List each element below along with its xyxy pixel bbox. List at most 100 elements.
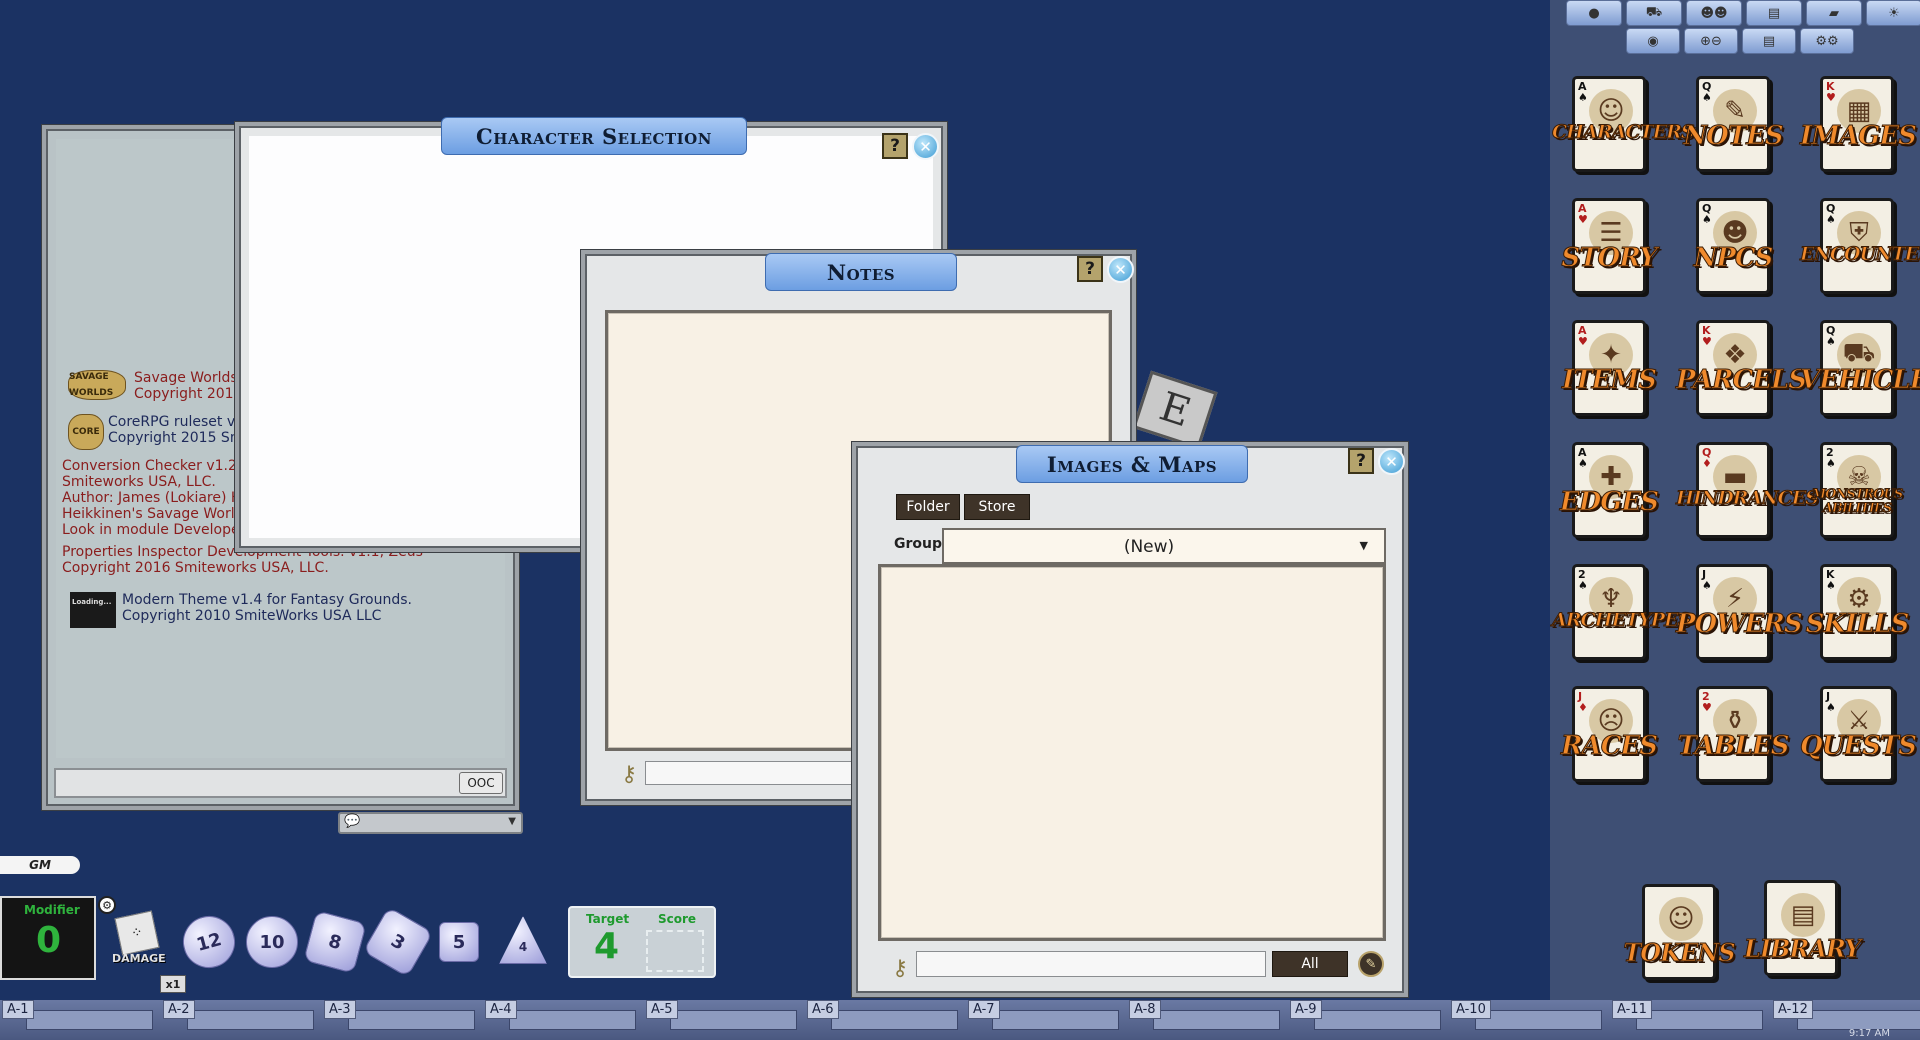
character-selection-help-button[interactable]: ?: [882, 133, 908, 159]
hotkey-drop-area[interactable]: [992, 1010, 1119, 1030]
d8-die-icon[interactable]: 8: [303, 910, 367, 974]
card-rank: A ♥: [1578, 324, 1588, 348]
notes-help-button[interactable]: ?: [1077, 256, 1103, 282]
tokens-icon: ☺: [1659, 897, 1703, 941]
hotkey-drop-area[interactable]: [1636, 1010, 1763, 1030]
library-card-label-monstrous-abilities[interactable]: MONSTROUS ABILITIES: [1800, 487, 1914, 516]
group-dropdown[interactable]: (New) ▼: [942, 528, 1386, 564]
sidebar-tool-button-row2-2[interactable]: ⊕⊖: [1684, 28, 1738, 54]
images-maps-help-button[interactable]: ?: [1348, 448, 1374, 474]
library-card-label-parcels[interactable]: PARCELS: [1676, 366, 1808, 395]
modifier-label: Modifier: [24, 903, 80, 917]
library-card-label-images[interactable]: IMAGES: [1800, 122, 1918, 151]
gm-identity-tab[interactable]: GM: [0, 856, 80, 874]
hotkey-label: A-10: [1451, 1000, 1491, 1019]
d12-die-icon[interactable]: 12: [177, 910, 241, 974]
hotkey-slot[interactable]: A-1: [0, 1000, 162, 1040]
chat-input[interactable]: OOC: [54, 768, 507, 798]
target-score-box[interactable]: Target Score 4: [568, 906, 716, 978]
hotkey-drop-area[interactable]: [670, 1010, 797, 1030]
sidebar-tool-button-row2-3[interactable]: ▤: [1742, 28, 1796, 54]
score-label: Score: [658, 912, 697, 926]
sidebar-toolbar-row-2: ◉ ⊕⊖ ▤ ⚙⚙: [1626, 28, 1854, 54]
hotkey-slot[interactable]: A-9: [1288, 1000, 1450, 1040]
sidebar-tool-button-3[interactable]: ☻☻: [1686, 0, 1742, 26]
chat-mode-dropdown[interactable]: 💬 ▼: [338, 812, 523, 834]
tab-folder[interactable]: Folder: [896, 494, 960, 520]
library-card-label-tables[interactable]: TABLES: [1676, 732, 1790, 761]
hotkey-drop-area[interactable]: [509, 1010, 636, 1030]
d20-die-icon[interactable]: 5: [439, 922, 479, 962]
library-card-label-quests[interactable]: QUESTS: [1800, 732, 1918, 761]
hotkey-label: A-8: [1129, 1000, 1161, 1019]
sidebar-tool-button-row2-1[interactable]: ◉: [1626, 28, 1680, 54]
d4-die-icon[interactable]: 4: [499, 916, 547, 964]
library-card-label-characters[interactable]: CHARACTERS: [1552, 121, 1696, 143]
library-card-label-powers[interactable]: POWERS: [1676, 610, 1804, 639]
sidebar-tool-button-2[interactable]: ⛟: [1626, 0, 1682, 26]
sidebar-tool-button-5[interactable]: ▰: [1806, 0, 1862, 26]
modifier-value: 0: [36, 920, 62, 961]
hotkey-drop-area[interactable]: [187, 1010, 314, 1030]
modifier-box[interactable]: Modifier 0: [0, 896, 96, 980]
library-card-label-library[interactable]: LIBRARY: [1744, 934, 1862, 964]
images-search-input[interactable]: [916, 951, 1266, 977]
library-card-label-story[interactable]: STORY: [1552, 244, 1666, 273]
hotkey-drop-area[interactable]: [348, 1010, 475, 1030]
card-rank: A ♠: [1578, 80, 1588, 104]
hotkey-slot[interactable]: A-4: [483, 1000, 645, 1040]
damage-die-button[interactable]: ⁘ DAMAGE: [108, 910, 166, 968]
hotkey-drop-area[interactable]: [1153, 1010, 1280, 1030]
sidebar-tool-button-4[interactable]: ▤: [1746, 0, 1802, 26]
hotkey-slot[interactable]: A-8: [1127, 1000, 1289, 1040]
hotkey-drop-area[interactable]: [1475, 1010, 1602, 1030]
ooc-button[interactable]: OOC: [459, 772, 503, 794]
hotkey-label: A-12: [1773, 1000, 1813, 1019]
edit-button[interactable]: ✎: [1358, 951, 1384, 977]
hotkey-drop-area[interactable]: [1314, 1010, 1441, 1030]
card-rank: Q ♠: [1702, 80, 1712, 104]
library-card-label-hindrances[interactable]: HINDRANCES: [1676, 487, 1820, 509]
sidebar-tool-button-row2-4[interactable]: ⚙⚙: [1800, 28, 1854, 54]
hotkey-label: A-4: [485, 1000, 517, 1019]
hotkey-slot[interactable]: A-7: [966, 1000, 1128, 1040]
multiplier-badge[interactable]: x1: [160, 975, 186, 993]
hotkey-label: A-9: [1290, 1000, 1322, 1019]
hotkey-drop-area[interactable]: [1797, 1010, 1920, 1030]
library-card-label-tokens[interactable]: TOKENS: [1622, 938, 1736, 968]
notes-close-button[interactable]: ✕: [1107, 256, 1134, 283]
hotkey-drop-area[interactable]: [26, 1010, 153, 1030]
character-selection-close-button[interactable]: ✕: [912, 133, 939, 160]
library-card-label-encounters[interactable]: ENCOUNTERS: [1800, 243, 1920, 265]
library-card-label-notes[interactable]: NOTES: [1676, 122, 1790, 151]
key-icon: ⚷: [621, 762, 638, 787]
hotkey-slot[interactable]: A-3: [322, 1000, 484, 1040]
library-card-label-vehicles[interactable]: VEHICLES: [1800, 366, 1920, 395]
hotkey-slot[interactable]: A-10: [1449, 1000, 1611, 1040]
card-rank: 2 ♠: [1826, 446, 1836, 470]
sidebar-panel: ● ⛟ ☻☻ ▤ ▰ ☀ ◉ ⊕⊖ ▤ ⚙⚙ A ♠ ☺ CHARACTERS Q ♠ ✎ NOTES K ♥ ▦ I…: [1550, 0, 1920, 1000]
filter-all-button[interactable]: All: [1272, 951, 1348, 977]
images-maps-close-button[interactable]: ✕: [1378, 448, 1405, 475]
hotkey-slot[interactable]: A-6: [805, 1000, 967, 1040]
tab-store[interactable]: Store: [964, 494, 1030, 520]
hotkey-slot[interactable]: A-11: [1610, 1000, 1772, 1040]
clock: 9:17 AM: [1848, 1028, 1890, 1039]
hotkey-slot[interactable]: A-12: [1771, 1000, 1920, 1040]
sidebar-tool-button-6[interactable]: ☀: [1866, 0, 1920, 26]
d6-die-icon[interactable]: 3: [362, 906, 434, 978]
library-card-label-npcs[interactable]: NPCS: [1676, 244, 1790, 273]
hotkey-bar: A-1 A-2 A-3 A-4 A-5 A-6 A-7 A-8 A-9 A-10 A-11 A-12 9…: [0, 1000, 1920, 1040]
sidebar-tool-button-1[interactable]: ●: [1566, 0, 1622, 26]
library-card-label-items[interactable]: ITEMS: [1552, 366, 1666, 395]
library-card-label-races[interactable]: RACES: [1552, 732, 1666, 761]
chat-logo-icon: CORE: [68, 414, 104, 450]
hotkey-drop-area[interactable]: [831, 1010, 958, 1030]
library-card-label-skills[interactable]: SKILLS: [1800, 610, 1914, 639]
library-card-label-archetypes[interactable]: ARCHETYPES: [1552, 609, 1692, 631]
hotkey-slot[interactable]: A-5: [644, 1000, 806, 1040]
d10-die-icon[interactable]: 10: [246, 916, 298, 968]
library-card-label-edges[interactable]: EDGES: [1552, 488, 1666, 517]
hotkey-slot[interactable]: A-2: [161, 1000, 323, 1040]
card-rank: K ♥: [1702, 324, 1712, 348]
